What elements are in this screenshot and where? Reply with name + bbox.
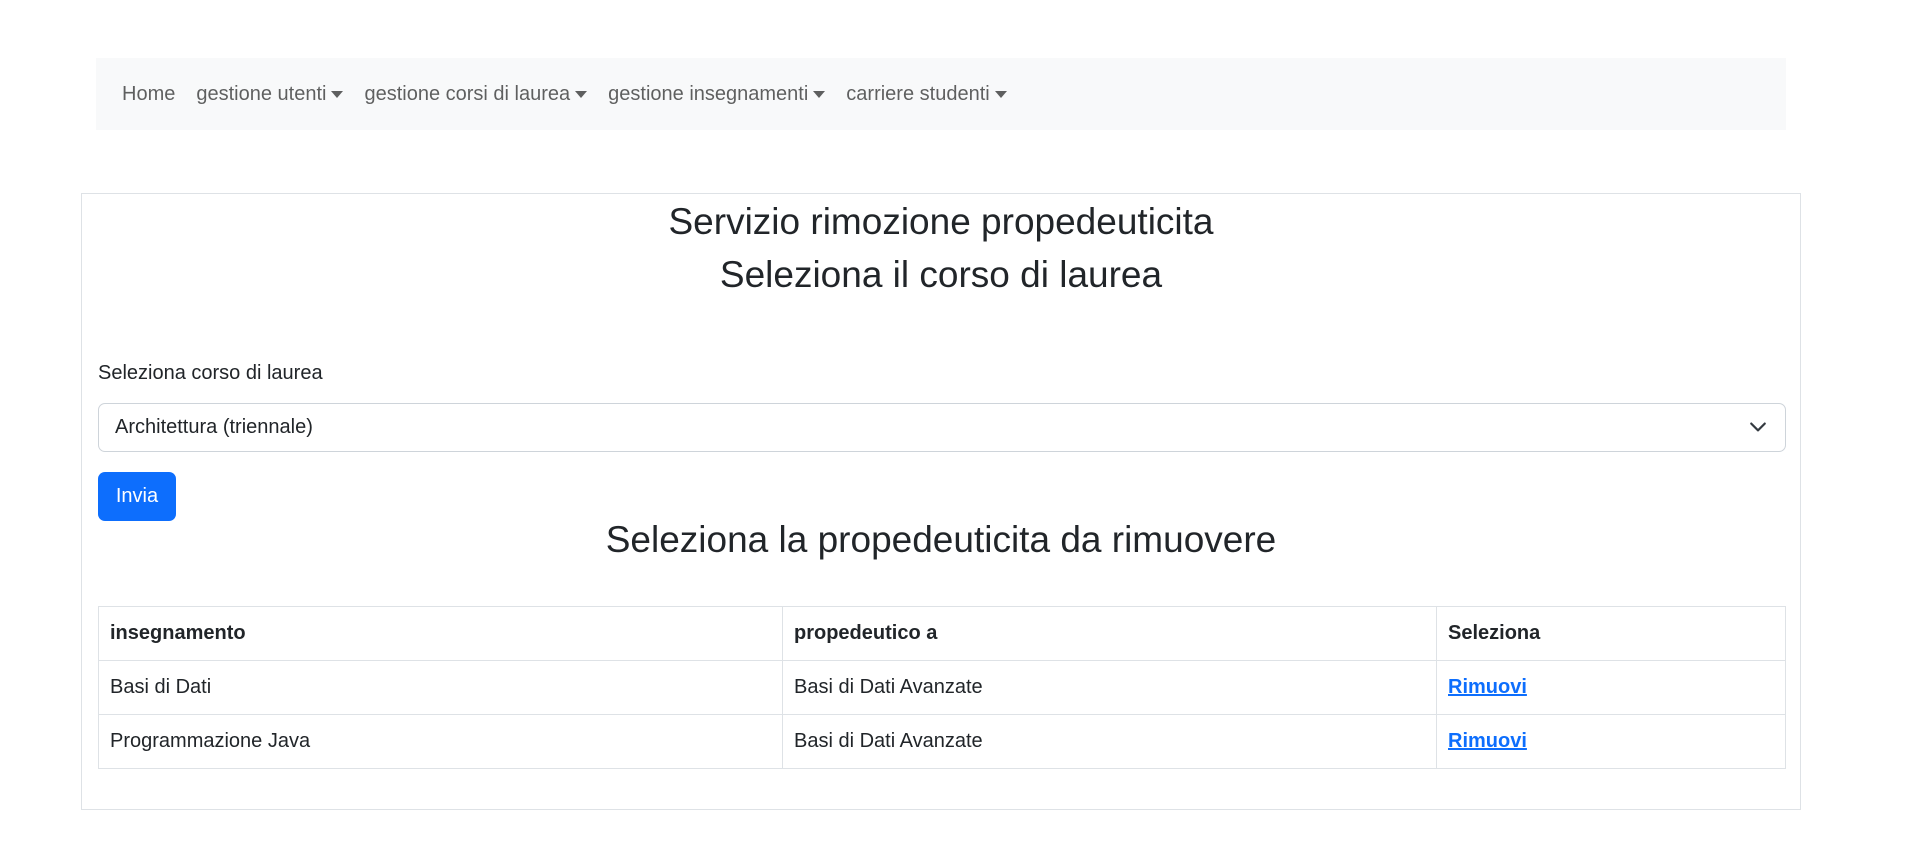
page-title: Servizio rimozione propedeuticita xyxy=(668,201,1214,242)
rimuovi-link[interactable]: Rimuovi xyxy=(1448,730,1527,752)
nav-dropdown-gestione-insegnamenti[interactable]: gestione insegnamenti xyxy=(608,82,826,106)
main-card: Servizio rimozione propedeuticita Selezi… xyxy=(81,193,1801,810)
column-header-propedeutico: propedeutico a xyxy=(782,606,1437,661)
caret-down-icon xyxy=(575,90,588,98)
nav-dropdown-label: carriere studenti xyxy=(846,82,990,105)
select-label: Seleziona corso di laurea xyxy=(98,362,323,384)
nav-dropdown-carriere-studenti[interactable]: carriere studenti xyxy=(846,82,1007,106)
nav-dropdown-gestione-utenti[interactable]: gestione utenti xyxy=(196,82,344,106)
table-header-row: insegnamento propedeutico a Seleziona xyxy=(98,606,1786,661)
column-header-insegnamento: insegnamento xyxy=(98,606,783,661)
nav-dropdown-label: gestione insegnamenti xyxy=(608,82,809,105)
cell-action: Rimuovi xyxy=(1436,714,1786,769)
cell-action: Rimuovi xyxy=(1436,660,1786,715)
nav-dropdown-label: gestione utenti xyxy=(196,82,327,105)
column-header-seleziona: Seleziona xyxy=(1436,606,1786,661)
caret-down-icon xyxy=(994,90,1007,98)
cell-propedeutico: Basi di Dati Avanzate xyxy=(782,714,1437,769)
nav-home-link[interactable]: Home xyxy=(122,83,175,106)
cell-insegnamento: Basi di Dati xyxy=(98,660,783,715)
select-value: Architettura (triennale) xyxy=(115,416,313,438)
nav-dropdown-gestione-corsi[interactable]: gestione corsi di laurea xyxy=(364,82,588,106)
propedeuticita-table: insegnamento propedeutico a Seleziona Ba… xyxy=(98,606,1786,769)
cell-insegnamento: Programmazione Java xyxy=(98,714,783,769)
table-row: Programmazione Java Basi di Dati Avanzat… xyxy=(98,714,1786,769)
rimuovi-link[interactable]: Rimuovi xyxy=(1448,676,1527,698)
nav-dropdown-label: gestione corsi di laurea xyxy=(364,82,571,105)
invia-button[interactable]: Invia xyxy=(98,472,176,521)
page-subtitle: Seleziona il corso di laurea xyxy=(719,254,1163,295)
table-row: Basi di Dati Basi di Dati Avanzate Rimuo… xyxy=(98,660,1786,715)
cell-propedeutico: Basi di Dati Avanzate xyxy=(782,660,1437,715)
corso-di-laurea-select[interactable]: Architettura (triennale) xyxy=(98,403,1786,452)
top-navbar: Home gestione utenti gestione corsi di l… xyxy=(96,58,1786,130)
chevron-down-icon xyxy=(1750,422,1766,432)
caret-down-icon xyxy=(331,90,344,98)
section-title: Seleziona la propedeuticita da rimuovere xyxy=(605,519,1277,560)
caret-down-icon xyxy=(813,90,826,98)
